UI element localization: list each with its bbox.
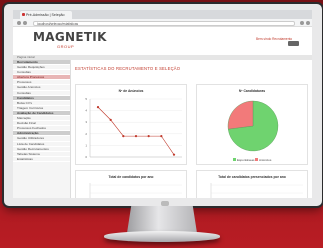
browser-tabbar: Pré-Admissão | Seleção [13,10,312,19]
back-icon[interactable] [17,21,21,25]
tab-title: Pré-Admissão | Seleção [26,13,65,17]
bottom-left-chart-panel: Total de candidatos por ano [75,170,187,198]
line-chart: 5 4 3 2 1 0 [85,97,182,159]
pie-slice [227,100,254,130]
screen: Pré-Admissão | Seleção localhost/selecao… [13,10,312,198]
y-tick-label: 2 [85,132,87,136]
forward-icon[interactable] [23,21,27,25]
data-point [172,153,176,156]
pie-chart: Espontâneas Anúncios [227,100,279,162]
pie-chart-panel: Nº Candidaturas Espontâneas Anúncios [196,84,308,165]
sidebar: Recrutamento Gestão Requisições Consultas A… [13,60,71,198]
welcome-link[interactable]: Bem-vindo Recrutamento [256,37,292,41]
data-point [109,118,112,121]
data-point [147,135,150,138]
bottom-right-chart [210,183,303,198]
favicon-icon [22,13,25,16]
data-point [160,135,163,138]
monitor-stand-neck [127,206,197,233]
monitor-stand-base [104,231,220,242]
bottom-right-chart-panel: Total de candidatos presenciados por ano [196,170,308,198]
line-chart-panel: Nº de Anúncios 543210 [75,84,187,165]
browser-toolbar: localhost/selecao/estatisticas [13,19,312,27]
sidebar-item[interactable]: Estatísticas [13,157,70,162]
star-icon[interactable] [300,21,304,25]
main-content: ESTATÍSTICAS DO RECRUTAMENTO E SELEÇÃO N… [71,60,312,198]
legend-label: Anúncios [259,158,272,162]
bottom-left-chart [89,183,182,198]
data-point [122,135,125,138]
site-logo-sub: GROUP [57,44,75,49]
y-tick-label: 5 [85,97,87,101]
data-point [134,135,138,138]
legend-label: Espontâneas [237,158,255,162]
data-point [96,106,100,109]
address-bar[interactable]: localhost/selecao/estatisticas [33,20,295,26]
site-logo[interactable]: MAGNETIK [33,30,107,44]
y-tick-label: 1 [85,143,87,147]
y-tick-label: 0 [85,155,87,159]
browser-tab[interactable]: Pré-Admissão | Seleção [20,11,72,19]
y-tick-label: 3 [85,120,87,124]
logout-button[interactable] [288,41,299,46]
legend-swatch [233,158,236,161]
y-tick-label: 4 [85,109,87,113]
legend-swatch [255,158,258,161]
page-title: ESTATÍSTICAS DO RECRUTAMENTO E SELEÇÃO [75,66,181,71]
menu-icon[interactable] [306,21,310,25]
series-line [97,106,175,155]
apple-logo-icon [161,201,169,206]
